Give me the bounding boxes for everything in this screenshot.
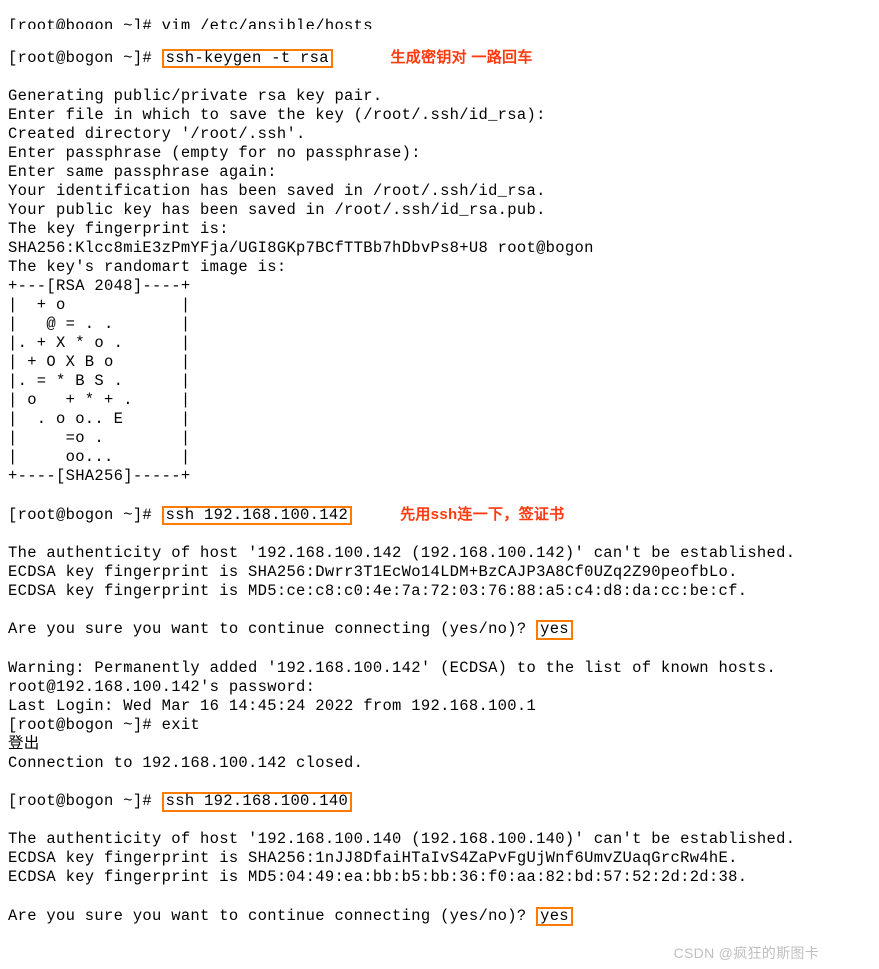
confirm-question: Are you sure you want to continue connec…: [8, 907, 536, 925]
terminal-line: The key fingerprint is:: [8, 220, 871, 239]
terminal-line: | . o o.. E |: [8, 410, 871, 429]
terminal-line: Are you sure you want to continue connec…: [8, 907, 871, 926]
terminal-line: The authenticity of host '192.168.100.14…: [8, 544, 871, 563]
terminal-line: +----[SHA256]-----+: [8, 467, 871, 486]
terminal-line: Warning: Permanently added '192.168.100.…: [8, 659, 871, 678]
terminal-line: [root@bogon ~]# ssh 192.168.100.140: [8, 792, 871, 811]
terminal-line: ECDSA key fingerprint is SHA256:Dwrr3T1E…: [8, 563, 871, 582]
terminal-line: SHA256:Klcc8miE3zPmYFja/UGI8GKp7BCfTTBb7…: [8, 239, 871, 258]
terminal-line: Last Login: Wed Mar 16 14:45:24 2022 fro…: [8, 697, 871, 716]
terminal-line: Are you sure you want to continue connec…: [8, 620, 871, 639]
terminal-line: 登出: [8, 735, 871, 754]
terminal-line: | + O X B o |: [8, 353, 871, 372]
highlighted-command: ssh 192.168.100.142: [162, 506, 352, 526]
annotation: 生成密钥对 一路回车: [390, 49, 532, 68]
terminal-line: ECDSA key fingerprint is MD5:ce:c8:c0:4e…: [8, 582, 871, 601]
terminal-line: root@192.168.100.142's password:: [8, 678, 871, 697]
terminal-line: Your public key has been saved in /root/…: [8, 201, 871, 220]
terminal-output: [root@bogon ~]# vim /etc/ansible/hosts […: [0, 0, 879, 969]
highlighted-input: yes: [536, 620, 573, 640]
prompt: [root@bogon ~]#: [8, 49, 162, 67]
prompt: [root@bogon ~]#: [8, 792, 162, 810]
annotation: 先用ssh连一下，签证书: [400, 506, 564, 525]
terminal-line: [root@bogon ~]# ssh 192.168.100.142 先用ss…: [8, 506, 871, 525]
terminal-line: | @ = . . |: [8, 315, 871, 334]
terminal-line: [root@bogon ~]# ssh-keygen -t rsa 生成密钥对 …: [8, 49, 871, 68]
terminal-line: The key's randomart image is:: [8, 258, 871, 277]
terminal-line: Your identification has been saved in /r…: [8, 182, 871, 201]
terminal-line: Enter passphrase (empty for no passphras…: [8, 144, 871, 163]
confirm-question: Are you sure you want to continue connec…: [8, 620, 536, 638]
terminal-line: Generating public/private rsa key pair.: [8, 87, 871, 106]
terminal-line: Enter same passphrase again:: [8, 163, 871, 182]
terminal-line: | oo... |: [8, 448, 871, 467]
terminal-line: +---[RSA 2048]----+: [8, 277, 871, 296]
highlighted-input: yes: [536, 907, 573, 927]
terminal-line: Enter file in which to save the key (/ro…: [8, 106, 871, 125]
terminal-line: The authenticity of host '192.168.100.14…: [8, 830, 871, 849]
terminal-line: [root@bogon ~]# vim /etc/ansible/hosts: [8, 17, 871, 29]
highlighted-command: ssh 192.168.100.140: [162, 792, 352, 812]
terminal-line: Connection to 192.168.100.142 closed.: [8, 754, 871, 773]
prompt: [root@bogon ~]#: [8, 506, 162, 524]
terminal-line: | o + * + . |: [8, 391, 871, 410]
terminal-line: | + o |: [8, 296, 871, 315]
terminal-line: ECDSA key fingerprint is SHA256:1nJJ8Dfa…: [8, 849, 871, 868]
terminal-line: |. + X * o . |: [8, 334, 871, 353]
terminal-line: ECDSA key fingerprint is MD5:04:49:ea:bb…: [8, 868, 871, 887]
terminal-line: [root@bogon ~]# exit: [8, 716, 871, 735]
terminal-line: |. = * B S . |: [8, 372, 871, 391]
terminal-line: | =o . |: [8, 429, 871, 448]
highlighted-command: ssh-keygen -t rsa: [162, 49, 333, 69]
terminal-line: Created directory '/root/.ssh'.: [8, 125, 871, 144]
watermark: CSDN @疯狂的斯图卡: [674, 945, 819, 963]
